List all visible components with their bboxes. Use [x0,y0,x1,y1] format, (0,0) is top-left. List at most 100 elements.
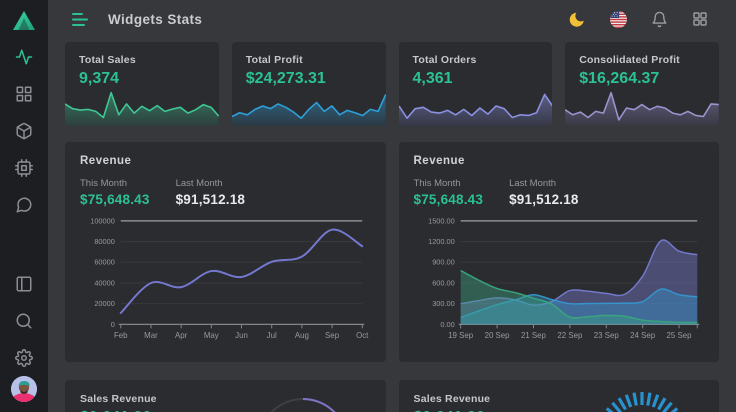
this-month-block: This Month $75,648.43 [80,178,150,207]
svg-text:20 Sep: 20 Sep [484,331,510,340]
stat-card-total-orders[interactable]: Total Orders 4,361 [399,42,553,126]
svg-text:40000: 40000 [94,278,115,287]
chat-bubble-icon [15,196,33,214]
header-icons [569,11,708,28]
sidebar-item-search[interactable] [15,312,33,330]
menu-toggle-button[interactable] [72,12,90,27]
sidebar-item-activity[interactable] [15,48,33,66]
revenue-summary: This Month $75,648.43 Last Month $91,512… [80,178,371,207]
stat-label: Consolidated Profit [579,54,705,66]
this-month-label: This Month [414,178,484,189]
svg-text:60000: 60000 [94,258,115,267]
gear-icon [15,349,33,367]
stat-label: Total Profit [246,54,372,66]
sidebar [0,0,48,412]
widgets-grid-icon [15,85,33,103]
stat-value: $16,264.37 [579,70,705,88]
revenue-cards-row: Revenue This Month $75,648.43 Last Month… [65,142,719,362]
last-month-value: $91,512.18 [509,192,579,207]
this-month-block: This Month $75,648.43 [414,178,484,207]
sidebar-item-widgets[interactable] [15,85,33,103]
svg-text:Mar: Mar [144,331,158,340]
stat-value: $24,273.31 [246,70,372,88]
stat-label: Total Orders [413,54,539,66]
search-icon [15,312,33,330]
svg-text:Apr: Apr [175,331,188,340]
activity-icon [15,48,33,66]
stat-card-consolidated-profit[interactable]: Consolidated Profit $16,264.37 [565,42,719,126]
svg-text:Jun: Jun [235,331,248,340]
bottom-cards-row: Sales Revenue $9,641.26 Sales Revenue $9… [65,380,719,412]
last-month-label: Last Month [509,178,579,189]
svg-text:24 Sep: 24 Sep [630,331,656,340]
last-month-label: Last Month [176,178,246,189]
svg-text:Sep: Sep [325,331,340,340]
sidebar-item-cpu[interactable] [15,159,33,177]
layout-panel-icon [15,275,33,293]
last-month-value: $91,512.18 [176,192,246,207]
stat-label: Total Sales [79,54,205,66]
sidebar-item-chat[interactable] [15,196,33,214]
svg-text:0: 0 [111,320,115,329]
svg-text:22 Sep: 22 Sep [557,331,583,340]
sales-revenue-card-right: Sales Revenue $9,641.26 [399,380,720,412]
stat-cards-row: Total Sales 9,374 Total Profit $24,273.3… [65,42,719,126]
total-profit-sparkline [232,88,386,126]
sidebar-item-layout[interactable] [15,275,33,293]
total-orders-sparkline [399,88,553,126]
sales-revenue-card-left: Sales Revenue $9,641.26 [65,380,386,412]
last-month-block: Last Month $91,512.18 [509,178,579,207]
svg-text:19 Sep: 19 Sep [448,331,474,340]
svg-text:1500.00: 1500.00 [428,216,455,225]
last-month-block: Last Month $91,512.18 [176,178,246,207]
package-box-icon [15,122,33,140]
svg-text:Oct: Oct [356,331,369,340]
svg-text:0.00: 0.00 [440,320,454,329]
sales-revenue-tick-gauge [587,382,697,412]
svg-text:23 Sep: 23 Sep [593,331,619,340]
card-title: Revenue [80,155,371,167]
svg-text:1200.00: 1200.00 [428,237,455,246]
revenue-line-card: Revenue This Month $75,648.43 Last Month… [65,142,386,362]
notifications-button[interactable] [651,11,668,28]
svg-text:Feb: Feb [114,331,128,340]
revenue-area-chart: 0.00 300.00 600.00 900.00 1200.00 1500.00 19 S… [414,213,705,351]
svg-text:900.00: 900.00 [432,258,455,267]
hamburger-icon [72,12,90,27]
revenue-line-chart: 0 20000 40000 60000 80000 100000 Feb Mar Apr May J… [80,213,371,351]
content: Total Sales 9,374 Total Profit $24,273.3… [48,38,736,412]
this-month-value: $75,648.43 [80,192,150,207]
card-title: Revenue [414,155,705,167]
app-logo-icon[interactable] [11,8,37,34]
apps-menu-button[interactable] [692,11,708,27]
main-area: Widgets Stats [48,0,736,412]
top-header: Widgets Stats [48,0,736,38]
language-selector[interactable] [610,11,627,28]
revenue-area-card: Revenue This Month $75,648.43 Last Month… [399,142,720,362]
cpu-icon [15,159,33,177]
svg-text:80000: 80000 [94,237,115,246]
svg-text:Aug: Aug [295,331,309,340]
stat-card-total-profit[interactable]: Total Profit $24,273.31 [232,42,386,126]
bell-icon [651,11,668,28]
svg-text:100000: 100000 [90,216,115,225]
sidebar-item-settings[interactable] [15,349,33,367]
dark-mode-toggle[interactable] [569,11,586,28]
stat-value: 4,361 [413,70,539,88]
page-title: Widgets Stats [108,12,202,27]
svg-text:300.00: 300.00 [432,299,455,308]
sidebar-item-package[interactable] [15,122,33,140]
apps-grid-icon [692,11,708,27]
app-root: Widgets Stats [0,0,736,412]
svg-text:21 Sep: 21 Sep [520,331,546,340]
svg-text:May: May [204,331,219,340]
stat-card-total-sales[interactable]: Total Sales 9,374 [65,42,219,126]
svg-text:600.00: 600.00 [432,278,455,287]
stat-value: 9,374 [79,70,205,88]
svg-text:20000: 20000 [94,299,115,308]
sales-revenue-ring-gauge [248,388,358,412]
user-avatar[interactable] [11,376,37,402]
svg-text:25 Sep: 25 Sep [666,331,692,340]
this-month-label: This Month [80,178,150,189]
revenue-summary: This Month $75,648.43 Last Month $91,512… [414,178,705,207]
